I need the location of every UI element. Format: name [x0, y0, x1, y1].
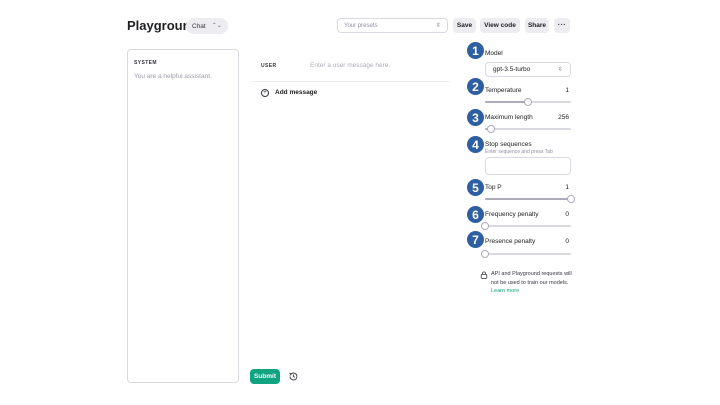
add-message-button[interactable]: Add message	[275, 89, 317, 96]
frequency-penalty-value[interactable]: 0	[565, 211, 569, 218]
lock-icon	[480, 271, 488, 279]
temperature-slider[interactable]	[485, 98, 571, 106]
presets-placeholder: Your presets	[344, 22, 378, 29]
system-input[interactable]: You are a helpful assistant.	[134, 73, 212, 80]
chevron-updown-icon: ⇳	[435, 22, 441, 29]
maximum-length-value[interactable]: 256	[558, 114, 569, 121]
stop-sequences-input[interactable]	[485, 157, 571, 175]
step-badge-5: 5	[467, 179, 484, 196]
user-role-label[interactable]: USER	[261, 63, 277, 69]
history-icon[interactable]	[288, 371, 299, 382]
slider-thumb[interactable]	[487, 125, 496, 133]
system-label: SYSTEM	[134, 60, 157, 66]
save-button[interactable]: Save	[453, 18, 476, 33]
mode-label: Chat	[192, 22, 206, 30]
notice-text: API and Playground requests will not be …	[491, 271, 572, 286]
user-message-input[interactable]: Enter a user message here.	[310, 62, 390, 69]
presets-select[interactable]: Your presets ⇳	[337, 18, 448, 33]
add-circle-icon[interactable]: +	[261, 89, 269, 97]
slider-thumb[interactable]	[481, 250, 489, 258]
temperature-value[interactable]: 1	[565, 87, 569, 94]
share-button[interactable]: Share	[525, 18, 549, 33]
submit-button[interactable]: Submit	[250, 369, 280, 384]
model-select[interactable]: gpt-3.5-turbo ⇳	[485, 62, 571, 77]
stop-sequences-hint: Enter sequence and press Tab	[485, 149, 553, 155]
slider-thumb[interactable]	[481, 222, 489, 230]
stop-sequences-label: Stop sequences	[485, 141, 532, 148]
mode-selector[interactable]: Chat ⌃⌄	[186, 18, 228, 34]
slider-thumb[interactable]	[567, 195, 575, 203]
maximum-length-slider[interactable]	[485, 125, 571, 133]
slider-thumb[interactable]	[524, 98, 532, 106]
more-options-button[interactable]: ···	[554, 18, 570, 33]
top-p-label: Top P	[485, 184, 502, 191]
step-badge-7: 7	[467, 231, 484, 248]
message-divider	[250, 81, 450, 82]
model-label: Model	[485, 50, 503, 57]
presence-penalty-label: Presence penalty	[485, 238, 536, 245]
top-p-value[interactable]: 1	[565, 184, 569, 191]
presence-penalty-slider[interactable]	[481, 250, 571, 258]
frequency-penalty-label: Frequency penalty	[485, 211, 539, 218]
step-badge-1: 1	[467, 42, 484, 59]
view-code-button[interactable]: View code	[480, 18, 520, 33]
chevron-updown-icon: ⇳	[557, 66, 563, 73]
step-badge-3: 3	[467, 109, 484, 126]
step-badge-2: 2	[467, 78, 484, 95]
learn-more-link[interactable]: Learn more	[491, 288, 519, 294]
temperature-label: Temperature	[485, 87, 522, 94]
training-notice: API and Playground requests will not be …	[491, 270, 575, 296]
chevron-updown-icon: ⌃⌄	[211, 23, 222, 29]
step-badge-4: 4	[467, 136, 484, 153]
frequency-penalty-slider[interactable]	[481, 222, 571, 230]
presence-penalty-value[interactable]: 0	[565, 238, 569, 245]
model-value: gpt-3.5-turbo	[493, 66, 531, 73]
slider-fill	[485, 198, 571, 200]
slider-fill	[485, 101, 528, 103]
system-panel[interactable]	[127, 49, 239, 383]
top-p-slider[interactable]	[485, 195, 575, 203]
step-badge-6: 6	[467, 206, 484, 223]
maximum-length-label: Maximum length	[485, 114, 533, 121]
